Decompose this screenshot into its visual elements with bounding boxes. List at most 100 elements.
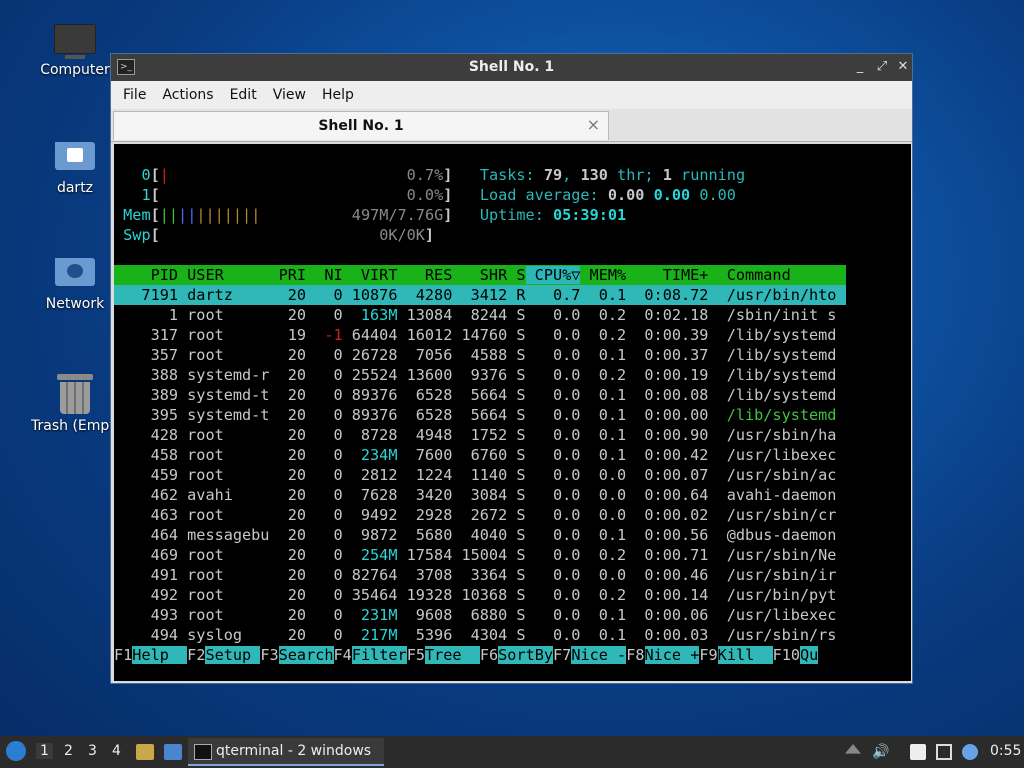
- process-row-selected[interactable]: 7191 dartz 20 0 10876 4280 3412 R 0.7 0.…: [114, 285, 846, 305]
- eject-icon[interactable]: [845, 744, 861, 754]
- cell-res: 3708: [397, 566, 453, 584]
- cell-shr: 5664: [452, 386, 508, 404]
- cell-mem: 0.2: [580, 306, 627, 324]
- column-header[interactable]: NI: [306, 266, 342, 284]
- column-header[interactable]: PRI: [269, 266, 306, 284]
- cell-cpu: 0.0: [525, 366, 581, 384]
- cell-time: 0:02.18: [626, 306, 709, 324]
- process-row[interactable]: 469 root 20 0 254M 17584 15004 S 0.0 0.2…: [114, 545, 846, 565]
- workspace-2[interactable]: 2: [64, 743, 73, 759]
- cell-virt: 64404: [342, 326, 398, 344]
- process-row[interactable]: 458 root 20 0 234M 7600 6760 S 0.0 0.1 0…: [114, 445, 846, 465]
- column-header[interactable]: PID: [114, 266, 178, 284]
- column-header[interactable]: CPU%▽: [525, 266, 581, 284]
- fkey-f4[interactable]: F4: [334, 646, 352, 664]
- workspace-1[interactable]: 1: [36, 743, 53, 759]
- start-menu-icon[interactable]: [6, 741, 26, 761]
- column-header[interactable]: VIRT: [343, 266, 398, 284]
- menu-help[interactable]: Help: [314, 87, 362, 103]
- process-row[interactable]: 317 root 19 -1 64404 16012 14760 S 0.0 0…: [114, 325, 846, 345]
- fkey-label[interactable]: Setup: [205, 646, 261, 664]
- process-row[interactable]: 493 root 20 0 231M 9608 6880 S 0.0 0.1 0…: [114, 605, 846, 625]
- column-header[interactable]: SHR: [452, 266, 507, 284]
- fkey-f3[interactable]: F3: [260, 646, 278, 664]
- menu-edit[interactable]: Edit: [222, 87, 265, 103]
- tab-shell-1[interactable]: Shell No. 1 ×: [113, 111, 609, 140]
- cell-cmd: /usr/sbin/ha: [708, 426, 846, 444]
- process-row[interactable]: 492 root 20 0 35464 19328 10368 S 0.0 0.…: [114, 585, 846, 605]
- fkey-f7[interactable]: F7: [553, 646, 571, 664]
- workspace-3[interactable]: 3: [88, 743, 97, 759]
- fkey-label[interactable]: Help: [132, 646, 188, 664]
- menubar: File Actions Edit View Help: [111, 81, 912, 109]
- tab-bar: Shell No. 1 ×: [111, 109, 912, 142]
- process-row[interactable]: 462 avahi 20 0 7628 3420 3084 S 0.0 0.0 …: [114, 485, 846, 505]
- cell-cmd: /lib/systemd: [708, 406, 846, 424]
- fkey-f9[interactable]: F9: [699, 646, 717, 664]
- process-row[interactable]: 463 root 20 0 9492 2928 2672 S 0.0 0.0 0…: [114, 505, 846, 525]
- volume-icon[interactable]: 🔊: [872, 744, 889, 760]
- process-row[interactable]: 389 systemd-t 20 0 89376 6528 5664 S 0.0…: [114, 385, 846, 405]
- column-header[interactable]: RES: [397, 266, 452, 284]
- column-header[interactable]: Command: [708, 266, 845, 284]
- cell-time: 0:00.06: [626, 606, 709, 624]
- workspace-4[interactable]: 4: [112, 743, 121, 759]
- cell-cmd: /usr/libexec: [708, 606, 846, 624]
- close-icon[interactable]: ✕: [894, 58, 912, 76]
- process-row[interactable]: 428 root 20 0 8728 4948 1752 S 0.0 0.1 0…: [114, 425, 846, 445]
- cell-pid: 463: [114, 506, 179, 524]
- cell-user: dartz: [178, 286, 270, 304]
- process-row[interactable]: 395 systemd-t 20 0 89376 6528 5664 S 0.0…: [114, 405, 846, 425]
- process-table-header[interactable]: PID USER PRI NI VIRT RES SHR S CPU%▽ MEM…: [114, 265, 846, 285]
- process-row[interactable]: 491 root 20 0 82764 3708 3364 S 0.0 0.0 …: [114, 565, 846, 585]
- fkey-f1[interactable]: F1: [114, 646, 132, 664]
- fkey-f10[interactable]: F10: [773, 646, 800, 664]
- fkey-f6[interactable]: F6: [480, 646, 498, 664]
- terminal-area[interactable]: 0[| 0.7%] Tasks: 79, 130 thr; 1 running …: [114, 144, 911, 681]
- process-row[interactable]: 464 messagebu 20 0 9872 5680 4040 S 0.0 …: [114, 525, 846, 545]
- fkey-label[interactable]: Tree: [424, 646, 480, 664]
- show-desktop-icon[interactable]: [164, 744, 182, 760]
- maximize-icon[interactable]: ⤢: [873, 58, 891, 76]
- tab-close-icon[interactable]: ×: [587, 115, 600, 134]
- fkey-label[interactable]: Kill: [717, 646, 773, 664]
- cell-time: 0:00.56: [626, 526, 709, 544]
- minimize-icon[interactable]: _: [851, 58, 869, 76]
- clipboard-icon[interactable]: [910, 744, 926, 760]
- fkey-label[interactable]: Nice +: [644, 646, 700, 664]
- column-header[interactable]: USER: [178, 266, 269, 284]
- process-row[interactable]: 388 systemd-r 20 0 25524 13600 9376 S 0.…: [114, 365, 846, 385]
- network-icon[interactable]: [936, 744, 952, 760]
- fkey-f8[interactable]: F8: [626, 646, 644, 664]
- tab-label: Shell No. 1: [318, 118, 404, 134]
- window-titlebar[interactable]: >_ Shell No. 1 _ ⤢ ✕: [111, 54, 912, 81]
- taskbar-task-qterminal[interactable]: qterminal - 2 windows: [188, 738, 384, 766]
- cell-res: 6528: [397, 386, 453, 404]
- clock[interactable]: 0:55: [990, 743, 1021, 759]
- process-row[interactable]: 494 syslog 20 0 217M 5396 4304 S 0.0 0.1…: [114, 625, 846, 645]
- process-row[interactable]: 357 root 20 0 26728 7056 4588 S 0.0 0.1 …: [114, 345, 846, 365]
- fkey-label[interactable]: Search: [278, 646, 334, 664]
- mem-meter: Mem[||||||||||| 497M/7.76G] Uptime: 05:3…: [123, 206, 627, 224]
- fkey-label[interactable]: Qu: [799, 646, 819, 664]
- cell-cmd: @dbus-daemon: [708, 526, 846, 544]
- column-header[interactable]: MEM%: [580, 266, 627, 284]
- fkey-label[interactable]: Nice -: [571, 646, 627, 664]
- column-header[interactable]: TIME+: [626, 266, 709, 284]
- process-row[interactable]: 1 root 20 0 163M 13084 8244 S 0.0 0.2 0:…: [114, 305, 846, 325]
- cell-shr: 8244: [452, 306, 508, 324]
- menu-view[interactable]: View: [265, 87, 314, 103]
- column-header[interactable]: S: [507, 266, 525, 284]
- fkey-f2[interactable]: F2: [187, 646, 205, 664]
- fkey-label[interactable]: SortBy: [498, 646, 554, 664]
- taskbar: 1 2 3 4 qterminal - 2 windows 🔊 0:55: [0, 736, 1024, 768]
- update-notifier-icon[interactable]: [962, 744, 978, 760]
- cell-virt: 254M: [342, 546, 398, 564]
- fkey-label[interactable]: Filter: [351, 646, 407, 664]
- file-manager-icon[interactable]: [136, 744, 154, 760]
- fkey-f5[interactable]: F5: [407, 646, 425, 664]
- cell-cmd: /usr/bin/hto: [708, 286, 846, 304]
- menu-file[interactable]: File: [115, 87, 154, 103]
- process-row[interactable]: 459 root 20 0 2812 1224 1140 S 0.0 0.0 0…: [114, 465, 846, 485]
- menu-actions[interactable]: Actions: [154, 87, 221, 103]
